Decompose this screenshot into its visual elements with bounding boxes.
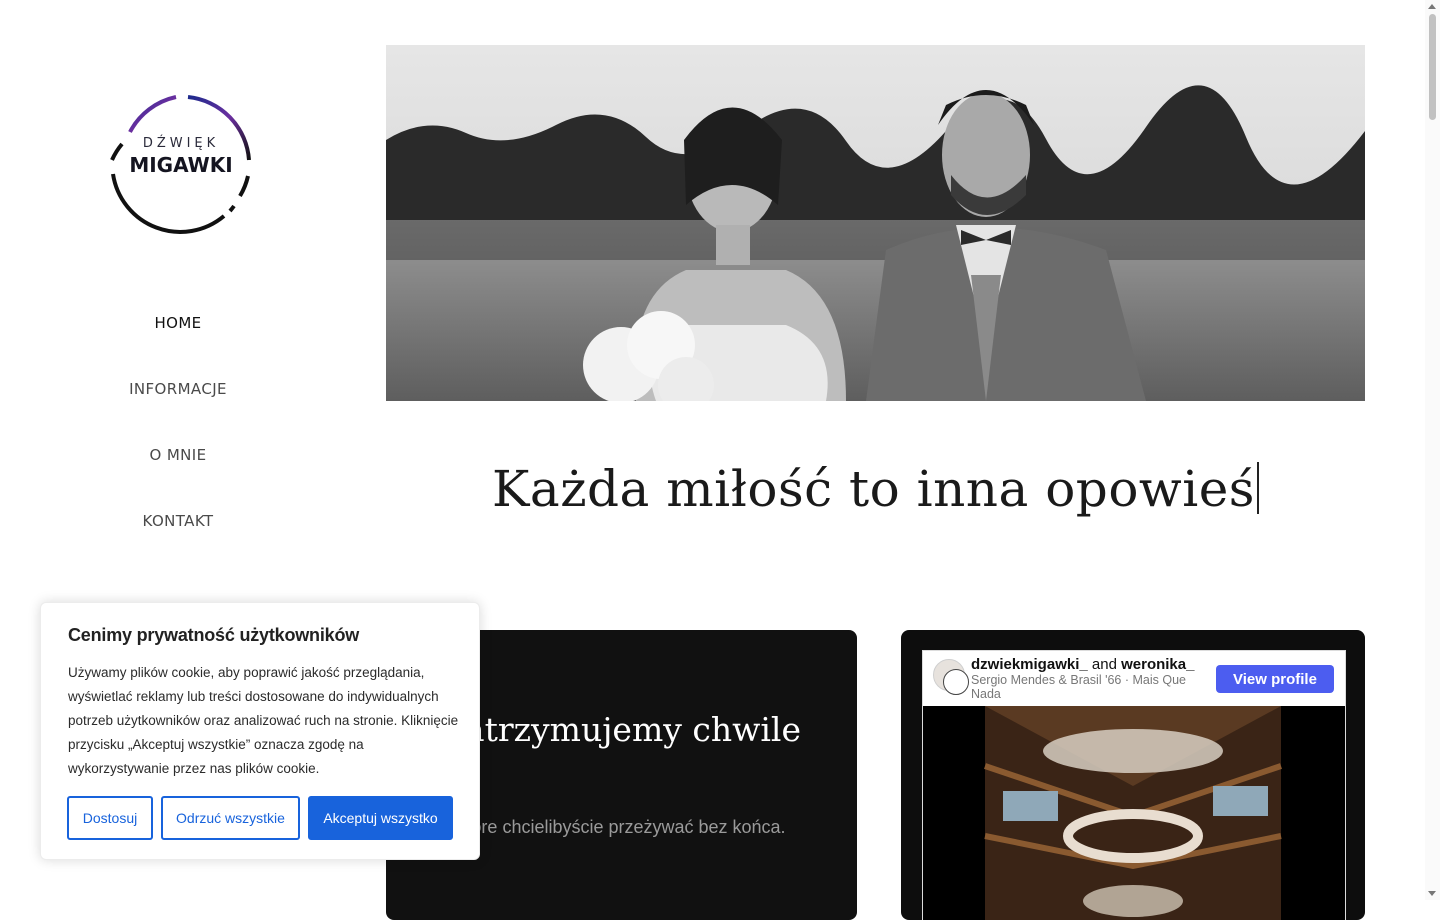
instagram-joiner: and <box>1091 656 1117 673</box>
reject-all-button[interactable]: Odrzuć wszystkie <box>161 796 300 840</box>
accept-all-button[interactable]: Akceptuj wszystko <box>308 796 453 840</box>
nav-item-o-mnie[interactable]: O MNIE <box>0 424 356 490</box>
hero-image <box>386 45 1365 401</box>
instagram-media[interactable] <box>923 706 1345 920</box>
avatar-secondary[interactable] <box>943 669 969 695</box>
typing-cursor <box>1256 462 1259 514</box>
cookie-title: Cenimy prywatność użytkowników <box>68 625 360 645</box>
instagram-user-1[interactable]: dzwiekmigawki_ <box>971 656 1088 673</box>
instagram-song: Sergio Mendes & Brasil '66 · Mais Que Na… <box>971 673 1186 701</box>
nav-item-informacje[interactable]: INFORMACJE <box>0 358 356 424</box>
scrollbar[interactable] <box>1425 0 1440 900</box>
wedding-photo <box>386 45 1365 401</box>
instagram-usernames: dzwiekmigawki_ and weronika_ <box>971 656 1194 673</box>
instagram-user-2[interactable]: weronika_ <box>1121 656 1194 673</box>
view-profile-button[interactable]: View profile <box>1216 665 1334 693</box>
nav-item-kontakt[interactable]: KONTAKT <box>0 490 356 556</box>
chandelier-photo <box>984 706 1282 920</box>
main-nav: HOME INFORMACJE O MNIE KONTAKT <box>0 292 356 556</box>
scrollbar-thumb[interactable] <box>1429 14 1436 120</box>
scroll-up-arrow-icon[interactable] <box>1428 4 1436 9</box>
scroll-down-arrow-icon[interactable] <box>1428 891 1436 896</box>
logo-main-text: MIGAWKI <box>129 153 233 177</box>
customize-button[interactable]: Dostosuj <box>67 796 153 840</box>
instagram-card: dzwiekmigawki_ and weronika_ Sergio Mend… <box>901 630 1365 920</box>
cookie-body: Używamy plików cookie, aby poprawić jako… <box>68 665 459 776</box>
site-logo[interactable]: DŹWIĘK MIGAWKI <box>108 92 254 238</box>
page-headline: Każda miłość to inna opowieś <box>386 460 1365 518</box>
cookie-banner: Cenimy prywatność użytkowników Używamy p… <box>40 602 480 860</box>
logo-top-text: DŹWIĘK <box>142 136 220 151</box>
instagram-embed: dzwiekmigawki_ and weronika_ Sergio Mend… <box>922 650 1346 920</box>
headline-text: Każda miłość to inna opowieś <box>492 460 1255 518</box>
nav-item-home[interactable]: HOME <box>0 292 356 358</box>
